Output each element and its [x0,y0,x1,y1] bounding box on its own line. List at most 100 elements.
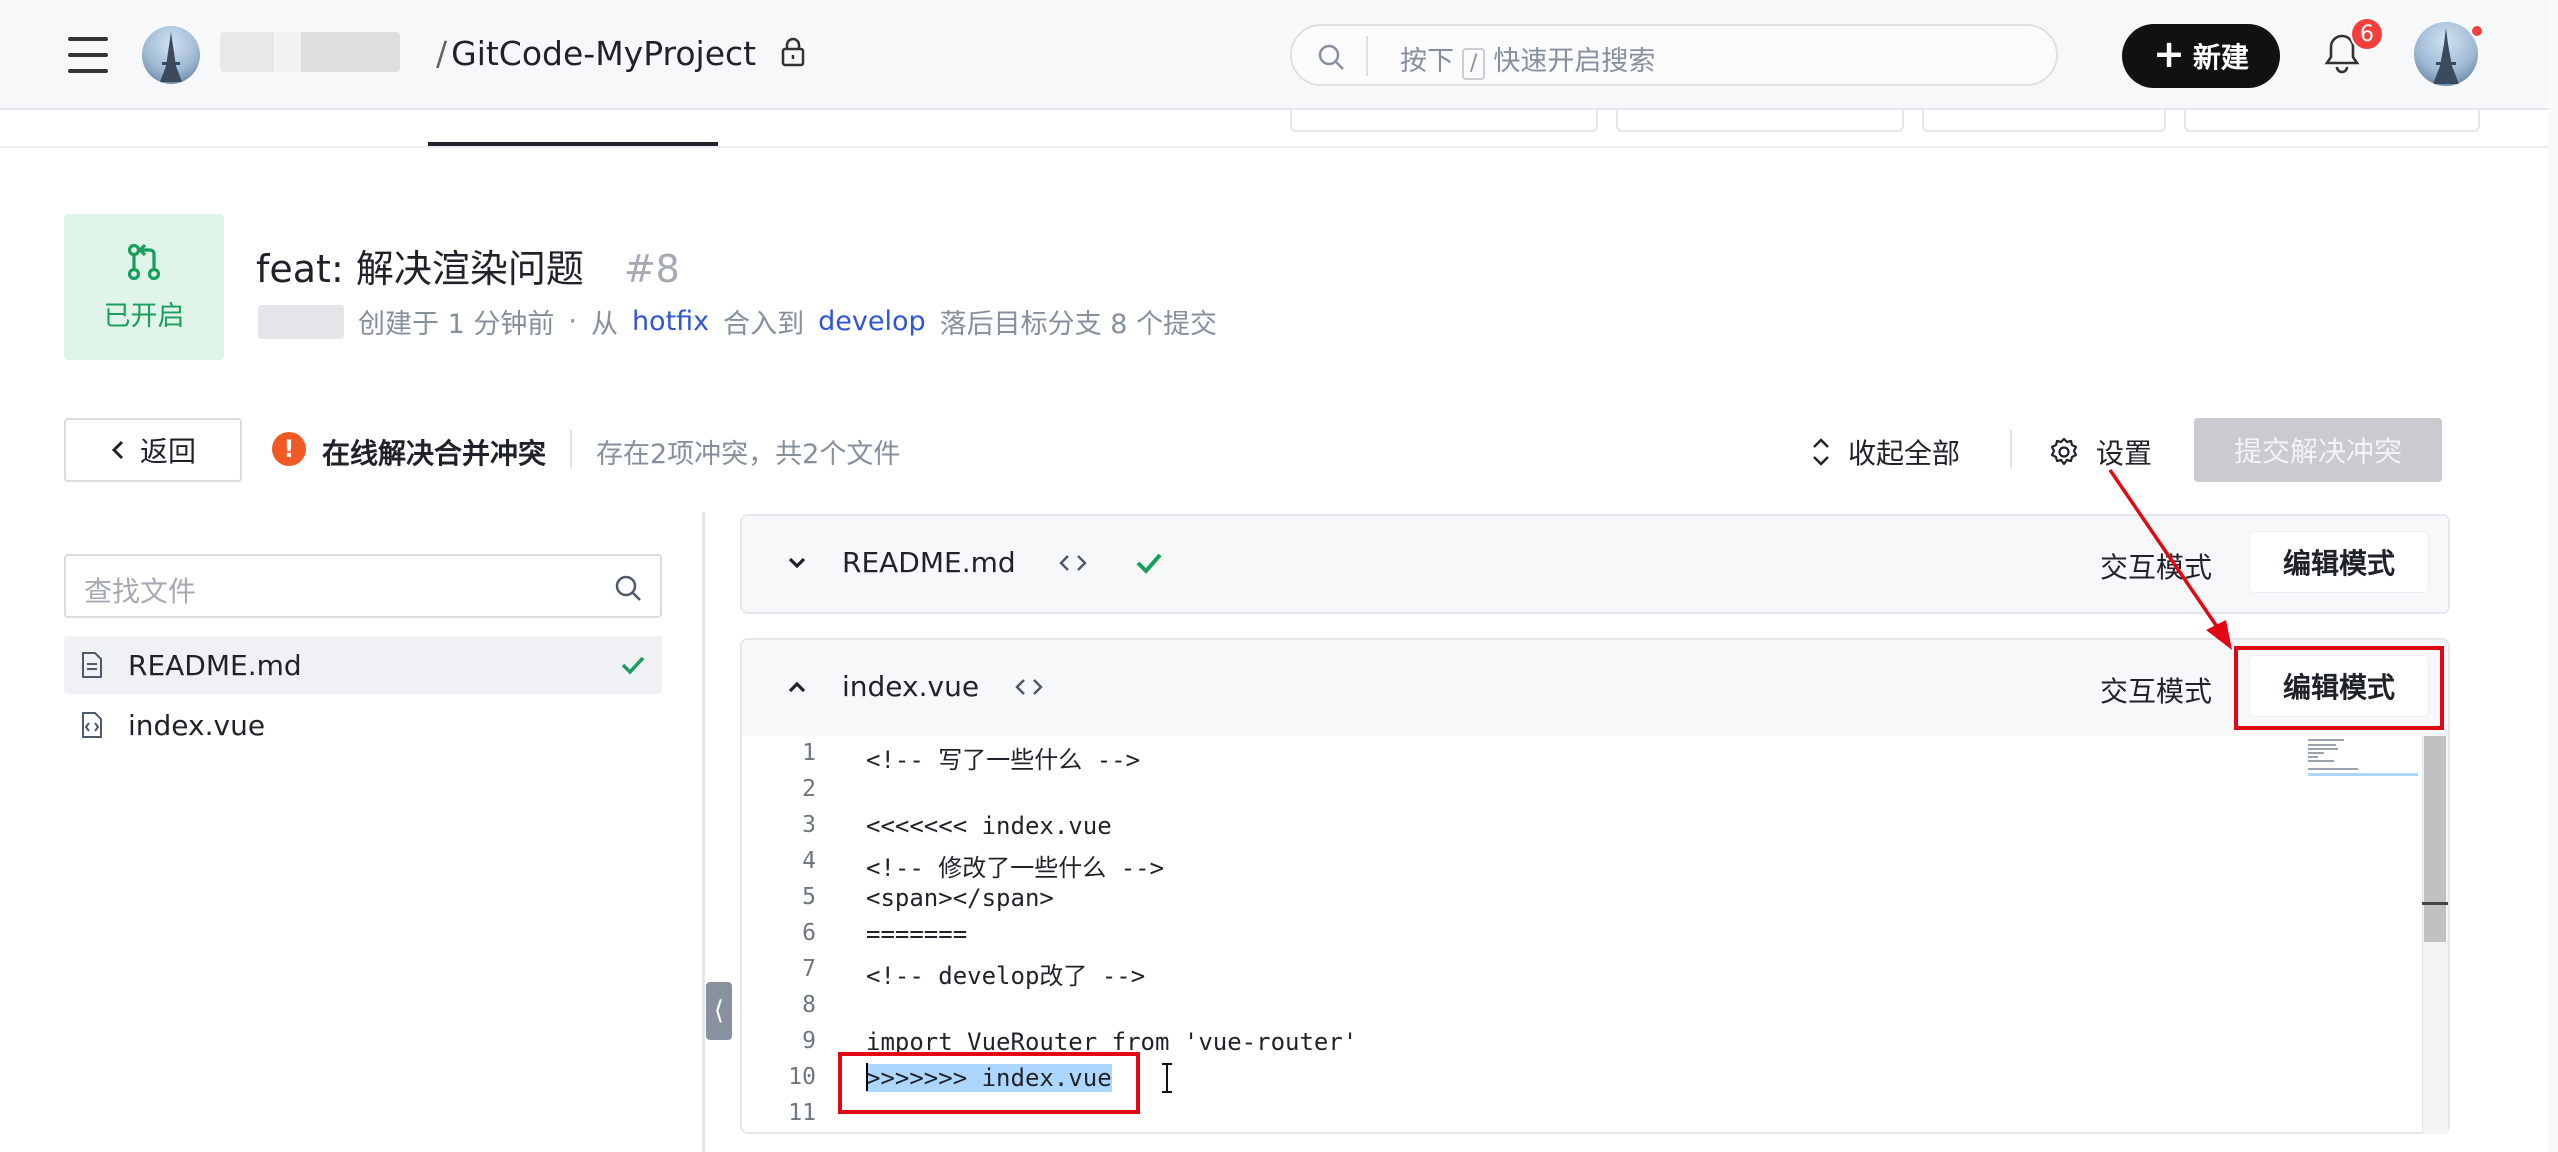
project-avatar[interactable] [142,26,200,84]
line-number: 4 [802,848,816,874]
source-branch-link[interactable]: hotfix [632,306,709,337]
annotation-highlight-edit-mode [2234,646,2444,730]
mr-number: #8 [623,247,680,291]
code-text: <span></span> [866,884,1054,912]
interactive-mode-tab[interactable]: 交互模式 [2100,546,2212,586]
edit-mode-tab[interactable]: 编辑模式 [2250,532,2428,592]
from-label: 从 [590,309,618,340]
mr-created-time: 创建于 1 分钟前 [358,309,555,340]
file-list-item[interactable]: index.vue [64,696,662,754]
collapse-all-button[interactable]: 收起全部 [1810,432,1960,472]
editor-scrollbar[interactable] [2422,736,2448,1134]
chevron-up-icon[interactable] [784,674,810,700]
notification-badge: 6 [2350,17,2384,51]
checkmark-icon [1136,553,1162,574]
search-divider [1366,36,1368,76]
search-shortcut-key: / [1462,48,1486,80]
code-text: ======= [866,920,968,948]
merge-request-icon [127,243,161,280]
file-name: index.vue [128,708,266,742]
author-name-blurred [258,304,344,339]
code-line: 7 <!-- develop改了 --> [742,952,2422,990]
toolbar-divider [570,430,572,468]
code-icon[interactable] [1056,550,1090,576]
ghost-control [1290,110,1598,132]
line-number: 10 [788,1064,816,1090]
search-icon [1318,44,1344,70]
settings-button[interactable]: 设置 [2048,432,2152,472]
mr-status-label: 已开启 [103,300,185,332]
sidebar-collapse-handle[interactable]: ⟨ [706,982,732,1040]
code-text: <!-- 修改了一些什么 --> [866,854,1165,882]
file-search-input[interactable]: 查找文件 [64,554,662,618]
ghost-control [2184,110,2480,132]
global-search-input[interactable]: 按下 / 快速开启搜索 [1290,24,2058,86]
line-number: 2 [802,776,816,802]
panel-file-name: README.md [842,546,1016,579]
owner-name-blurred [220,32,400,72]
code-line: 8 [742,988,2422,1024]
toolbar-divider [2010,430,2012,468]
repo-breadcrumb[interactable]: / GitCode-MyProject [436,34,756,73]
conflict-summary: 存在2项冲突，共2个文件 [596,439,901,470]
line-number: 11 [788,1100,816,1126]
top-navigation-bar: / GitCode-MyProject 按下 / 快速开启搜索 + 新建 6 [0,0,2558,110]
conflict-title: 在线解决合并冲突 [322,437,547,470]
sidebar-divider[interactable] [702,512,705,1152]
menu-icon[interactable] [68,35,108,75]
code-line: 4 <!-- 修改了一些什么 --> [742,844,2422,882]
plus-icon: + [2153,32,2185,76]
code-line: 1 <!-- 写了一些什么 --> [742,736,2422,774]
file-name: README.md [128,648,302,682]
mr-meta: 创建于 1 分钟前 · 从 hotfix 合入到 develop 落后目标分支 … [258,302,1217,341]
chevron-left-icon [111,440,124,460]
ghost-control [1922,110,2166,132]
code-line: 2 [742,772,2422,808]
scrollbar-marker [2422,902,2448,905]
line-number: 8 [802,992,816,1018]
code-icon[interactable] [1012,674,1046,700]
checkmark-icon [621,656,645,675]
submit-resolution-button[interactable]: 提交解决冲突 [2194,418,2442,482]
annotation-highlight-conflict-marker [838,1052,1140,1114]
back-button[interactable]: 返回 [64,418,242,482]
editor-minimap[interactable] [2308,738,2418,778]
code-line: 5 <span></span> [742,880,2422,916]
mr-status-badge: 已开启 [64,214,224,360]
panel-file-name: index.vue [842,670,980,703]
code-line: 6 ======= [742,916,2422,952]
file-search-placeholder: 查找文件 [84,575,197,608]
code-text: <<<<<<< index.vue [866,812,1112,840]
mr-title: feat: 解决渲染问题 #8 [256,247,680,291]
file-panel-header[interactable]: README.md 交互模式 编辑模式 [742,516,2448,612]
lock-icon [781,37,805,67]
file-panel-header[interactable]: index.vue 交互模式 编辑模式 [742,640,2448,736]
line-number: 7 [802,956,816,982]
line-number: 3 [802,812,816,838]
search-placeholder: 按下 / 快速开启搜索 [1400,39,1655,80]
ghost-control [1616,110,1904,132]
code-file-icon [82,712,102,738]
gear-icon [2050,437,2078,466]
line-number: 5 [802,884,816,910]
new-button[interactable]: + 新建 [2122,24,2280,88]
behind-info: 落后目标分支 8 个提交 [939,309,1217,340]
file-panel-readme: README.md 交互模式 编辑模式 [740,514,2450,614]
user-avatar[interactable] [2414,22,2478,86]
interactive-mode-tab[interactable]: 交互模式 [2100,670,2212,710]
meta-separator: · [568,306,577,337]
user-status-dot [2470,24,2484,38]
target-branch-link[interactable]: develop [818,306,926,337]
warning-icon: ! [272,432,306,466]
scrollbar-thumb[interactable] [2424,736,2446,942]
into-label: 合入到 [723,309,805,340]
file-list-item[interactable]: README.md [64,636,662,694]
code-text: <!-- 写了一些什么 --> [866,746,1141,774]
line-number: 9 [802,1028,816,1054]
active-tab-underline [428,142,718,146]
text-cursor-icon [1162,1063,1172,1093]
chevron-down-icon[interactable] [784,550,810,576]
code-line: 3 <<<<<<< index.vue [742,808,2422,844]
collapse-icon [1813,438,1829,466]
window-scrollbar[interactable] [2548,0,2558,1152]
